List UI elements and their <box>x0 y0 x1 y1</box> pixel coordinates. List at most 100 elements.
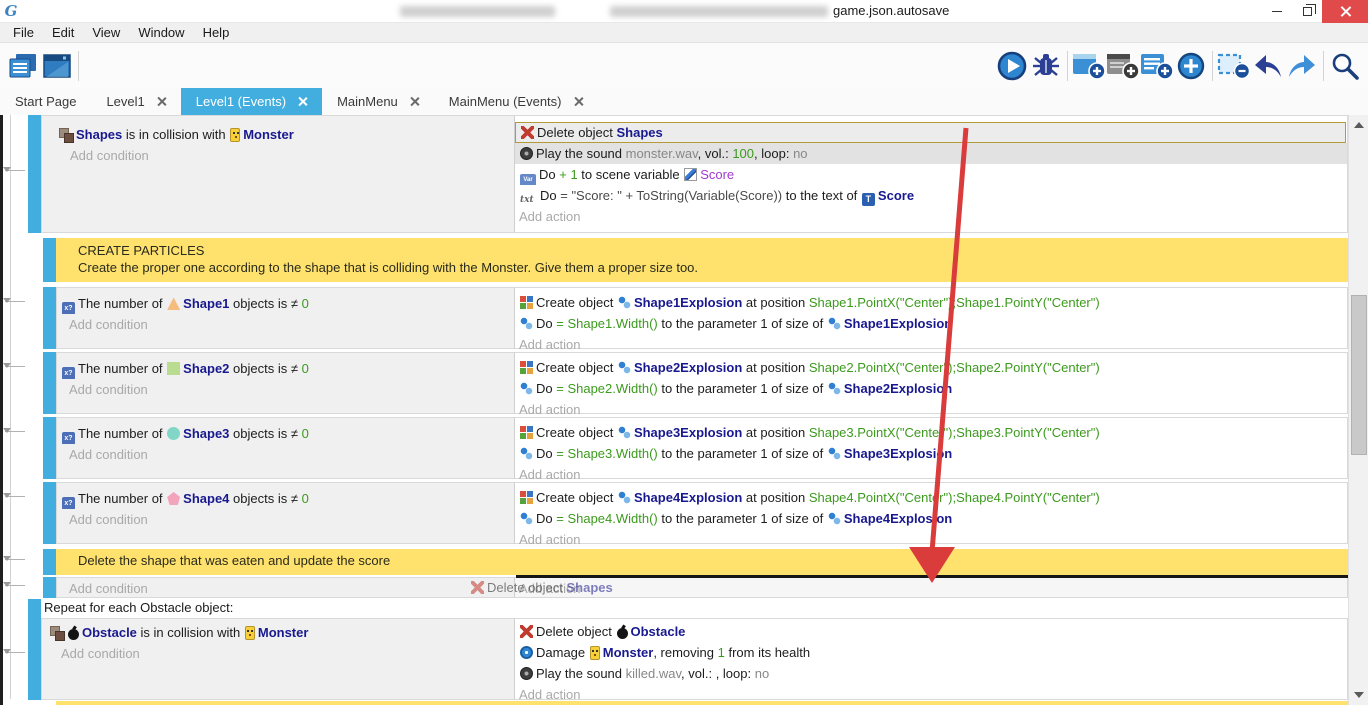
comment-block-partial[interactable] <box>56 701 1348 705</box>
scroll-down-icon[interactable] <box>1349 687 1368 703</box>
obstacle-icon <box>617 625 628 639</box>
add-event-icon[interactable] <box>1072 50 1106 82</box>
action-row[interactable]: Do + 1 to scene variable Score <box>515 164 1347 185</box>
menu-view[interactable]: View <box>83 25 129 40</box>
sound-icon <box>520 147 533 160</box>
actions-column: Delete object Obstacle Damage Monster, r… <box>514 618 1348 700</box>
restore-icon <box>1303 7 1312 16</box>
debug-icon[interactable] <box>1029 50 1063 82</box>
conditions-column: Obstacle is in collision with Monster Ad… <box>41 618 514 700</box>
menu-help[interactable]: Help <box>194 25 239 40</box>
add-condition-link[interactable]: Add condition <box>57 444 514 465</box>
create-icon <box>520 361 533 374</box>
event-selection-bar <box>43 238 56 282</box>
add-condition-link[interactable]: Add condition <box>57 578 514 599</box>
undo-icon[interactable] <box>1251 50 1285 82</box>
close-tab-icon[interactable] <box>298 97 307 106</box>
tab-start-page[interactable]: Start Page <box>0 88 91 115</box>
close-button[interactable] <box>1322 0 1368 23</box>
drop-indicator <box>516 575 1348 578</box>
tab-level1[interactable]: Level1 <box>91 88 180 115</box>
comment-body: Create the proper one according to the s… <box>56 258 1348 275</box>
condition-row[interactable]: Obstacle is in collision with Monster <box>42 622 514 643</box>
toolbar <box>0 43 1368 88</box>
add-action-link[interactable]: Add action <box>515 578 1347 599</box>
tab-mainmenu[interactable]: MainMenu <box>322 88 434 115</box>
action-row-selected[interactable]: Delete object Shapes <box>515 122 1346 143</box>
comment-block[interactable]: CREATE PARTICLES Create the proper one a… <box>56 238 1348 282</box>
delete-icon <box>520 625 533 638</box>
condition-row[interactable]: The number of Shape4 objects is ≠ 0 <box>57 488 514 509</box>
redo-icon[interactable] <box>1285 50 1319 82</box>
particle-icon <box>618 361 631 374</box>
search-icon[interactable] <box>1328 50 1362 82</box>
action-row[interactable]: Create object Shape4Explosion at positio… <box>515 487 1347 508</box>
add-condition-link[interactable]: Add condition <box>42 145 514 166</box>
actions-column: Create object Shape4Explosion at positio… <box>514 482 1348 544</box>
action-row[interactable]: Play the sound killed.wav, vol.: , loop:… <box>515 663 1347 684</box>
condition-row[interactable]: Shapes is in collision with Monster <box>42 124 514 145</box>
text-action-icon <box>520 187 537 200</box>
action-row[interactable]: Do = Shape1.Width() to the parameter 1 o… <box>515 313 1347 334</box>
action-row[interactable]: Create object Shape3Explosion at positio… <box>515 422 1347 443</box>
close-tab-icon[interactable] <box>410 97 419 106</box>
project-manager-icon[interactable] <box>6 50 40 82</box>
action-row[interactable]: Do = Shape4.Width() to the parameter 1 o… <box>515 508 1347 529</box>
restore-button[interactable] <box>1292 0 1322 23</box>
delete-selection-icon[interactable] <box>1217 50 1251 82</box>
scroll-up-icon[interactable] <box>1349 117 1368 133</box>
tab-level1-events[interactable]: Level1 (Events) <box>181 88 322 115</box>
menu-window[interactable]: Window <box>129 25 193 40</box>
action-row[interactable]: Create object Shape2Explosion at positio… <box>515 357 1347 378</box>
scrollbar-thumb[interactable] <box>1351 295 1367 455</box>
add-condition-link[interactable]: Add condition <box>42 643 514 664</box>
delete-icon <box>471 581 484 594</box>
conditions-column: The number of Shape2 objects is ≠ 0 Add … <box>56 352 514 414</box>
preview-play-icon[interactable] <box>995 50 1029 82</box>
create-icon <box>520 296 533 309</box>
close-tab-icon[interactable] <box>157 97 166 106</box>
app-logo-icon: G <box>0 2 22 20</box>
menu-edit[interactable]: Edit <box>43 25 83 40</box>
collapse-handle[interactable] <box>5 559 25 560</box>
create-icon <box>520 426 533 439</box>
event-shape4: The number of Shape4 objects is ≠ 0 Add … <box>3 482 1349 544</box>
condition-row[interactable]: The number of Shape1 objects is ≠ 0 <box>57 293 514 314</box>
action-row[interactable]: Play the sound monster.wav, vol.: 100, l… <box>515 143 1347 164</box>
close-tab-icon[interactable] <box>574 97 583 106</box>
actions-column: Create object Shape1Explosion at positio… <box>514 287 1348 349</box>
add-more-icon[interactable] <box>1174 50 1208 82</box>
particle-icon <box>618 296 631 309</box>
add-action-link[interactable]: Add action <box>515 206 1347 227</box>
add-condition-link[interactable]: Add condition <box>57 509 514 530</box>
action-row[interactable]: Damage Monster, removing 1 from its heal… <box>515 642 1347 663</box>
shape3-icon <box>167 427 180 440</box>
numberof-icon <box>62 302 75 314</box>
particle-icon <box>618 491 631 504</box>
action-row[interactable]: Delete object Obstacle <box>515 621 1347 642</box>
vertical-scrollbar[interactable] <box>1348 115 1368 705</box>
add-comment-icon[interactable] <box>1140 50 1174 82</box>
condition-row[interactable]: The number of Shape3 objects is ≠ 0 <box>57 423 514 444</box>
particle-icon <box>828 512 841 525</box>
add-condition-link[interactable]: Add condition <box>57 314 514 335</box>
drag-ghost: Delete object Shapes <box>470 577 613 598</box>
particle-icon <box>618 426 631 439</box>
add-action-link[interactable]: Add action <box>515 529 1347 550</box>
add-subevent-icon[interactable] <box>1106 50 1140 82</box>
action-row[interactable]: Do = Shape3.Width() to the parameter 1 o… <box>515 443 1347 464</box>
tab-mainmenu-events[interactable]: MainMenu (Events) <box>434 88 598 115</box>
action-row[interactable]: Create object Shape1Explosion at positio… <box>515 292 1347 313</box>
action-row[interactable]: Do = "Score: " + ToString(Variable(Score… <box>515 185 1347 206</box>
collision-icon <box>59 128 73 141</box>
condition-row[interactable]: The number of Shape2 objects is ≠ 0 <box>57 358 514 379</box>
start-page-icon[interactable] <box>40 50 74 82</box>
event-header-repeat-obstacle[interactable]: Repeat for each Obstacle object: <box>44 600 233 615</box>
add-condition-link[interactable]: Add condition <box>57 379 514 400</box>
menu-file[interactable]: File <box>4 25 43 40</box>
action-row[interactable]: Do = Shape2.Width() to the parameter 1 o… <box>515 378 1347 399</box>
minimize-button[interactable] <box>1262 0 1292 23</box>
conditions-column: Add condition <box>56 577 514 598</box>
comment-block[interactable]: Delete the shape that was eaten and upda… <box>56 549 1348 575</box>
particle-icon <box>828 382 841 395</box>
